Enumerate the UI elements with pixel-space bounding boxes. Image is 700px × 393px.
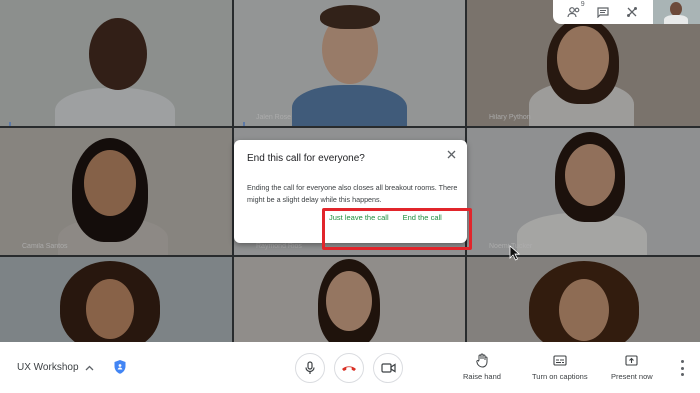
participant-tile[interactable] <box>467 257 700 342</box>
more-options-icon[interactable] <box>677 360 687 376</box>
shield-icon[interactable] <box>113 359 127 375</box>
captions-icon <box>553 354 567 366</box>
end-call-for-everyone-button[interactable]: End the call <box>403 213 442 222</box>
participant-name: Hilary Python <box>489 114 531 121</box>
present-now-button[interactable]: Present now <box>611 352 653 381</box>
participant-face <box>565 144 615 206</box>
chevron-up-icon <box>85 365 93 370</box>
just-leave-call-button[interactable]: Just leave the call <box>329 213 389 222</box>
hang-up-button[interactable] <box>334 353 364 383</box>
camera-button[interactable] <box>373 353 403 383</box>
bottom-toolbar: UX Workshop Raise hand Turn on captions … <box>0 342 700 393</box>
captions-label: Turn on captions <box>532 372 588 381</box>
dialog-body: Ending the call for everyone also closes… <box>247 183 458 204</box>
participant-name: Camila Santos <box>22 243 68 250</box>
dialog-actions: Just leave the call End the call <box>329 213 442 222</box>
participant-face <box>557 26 609 90</box>
participant-tile[interactable]: Noemi Tucker <box>467 128 700 255</box>
end-call-dialog: End this call for everyone? Ending the c… <box>234 140 467 243</box>
participant-name: Raymond Rios <box>256 243 302 250</box>
participant-face <box>559 279 609 341</box>
meeting-name: UX Workshop <box>17 362 79 373</box>
participant-face <box>326 271 372 331</box>
people-count-badge: 9 <box>580 1 585 8</box>
participant-face <box>86 279 134 339</box>
chat-icon[interactable] <box>594 3 612 21</box>
participant-face <box>89 18 147 90</box>
hand-icon <box>476 353 488 368</box>
microphone-icon <box>305 361 315 374</box>
participant-tile[interactable]: Camila Santos <box>0 128 232 255</box>
self-view-thumbnail[interactable] <box>653 0 700 24</box>
captions-button[interactable]: Turn on captions <box>532 352 588 381</box>
hang-up-icon <box>342 366 356 371</box>
dialog-title: End this call for everyone? <box>247 153 365 164</box>
participant-tile[interactable] <box>234 257 465 342</box>
participant-face <box>84 150 136 216</box>
activities-icon[interactable] <box>623 3 641 21</box>
close-icon[interactable] <box>444 148 458 162</box>
mouse-cursor-icon <box>509 245 521 261</box>
camera-icon <box>380 363 396 373</box>
participant-tile[interactable] <box>0 257 232 342</box>
meeting-details-toggle[interactable]: UX Workshop <box>17 362 94 373</box>
people-icon[interactable]: 9 <box>565 1 585 21</box>
self-view-face <box>670 2 682 16</box>
present-icon <box>625 354 638 366</box>
self-view-body <box>664 15 688 24</box>
present-now-label: Present now <box>611 372 653 381</box>
top-controls: 9 <box>553 0 653 24</box>
raise-hand-button[interactable]: Raise hand <box>463 352 501 381</box>
speaking-indicator-icon <box>240 113 248 126</box>
participant-hair <box>320 5 380 29</box>
participant-tile[interactable] <box>0 0 232 126</box>
participant-name: Jalen Rose <box>256 114 292 121</box>
speaking-indicator-icon <box>6 113 14 126</box>
raise-hand-label: Raise hand <box>463 372 501 381</box>
participant-video <box>55 88 175 126</box>
participant-tile[interactable]: Jalen Rose <box>234 0 465 126</box>
participant-video <box>292 85 407 126</box>
microphone-button[interactable] <box>295 353 325 383</box>
